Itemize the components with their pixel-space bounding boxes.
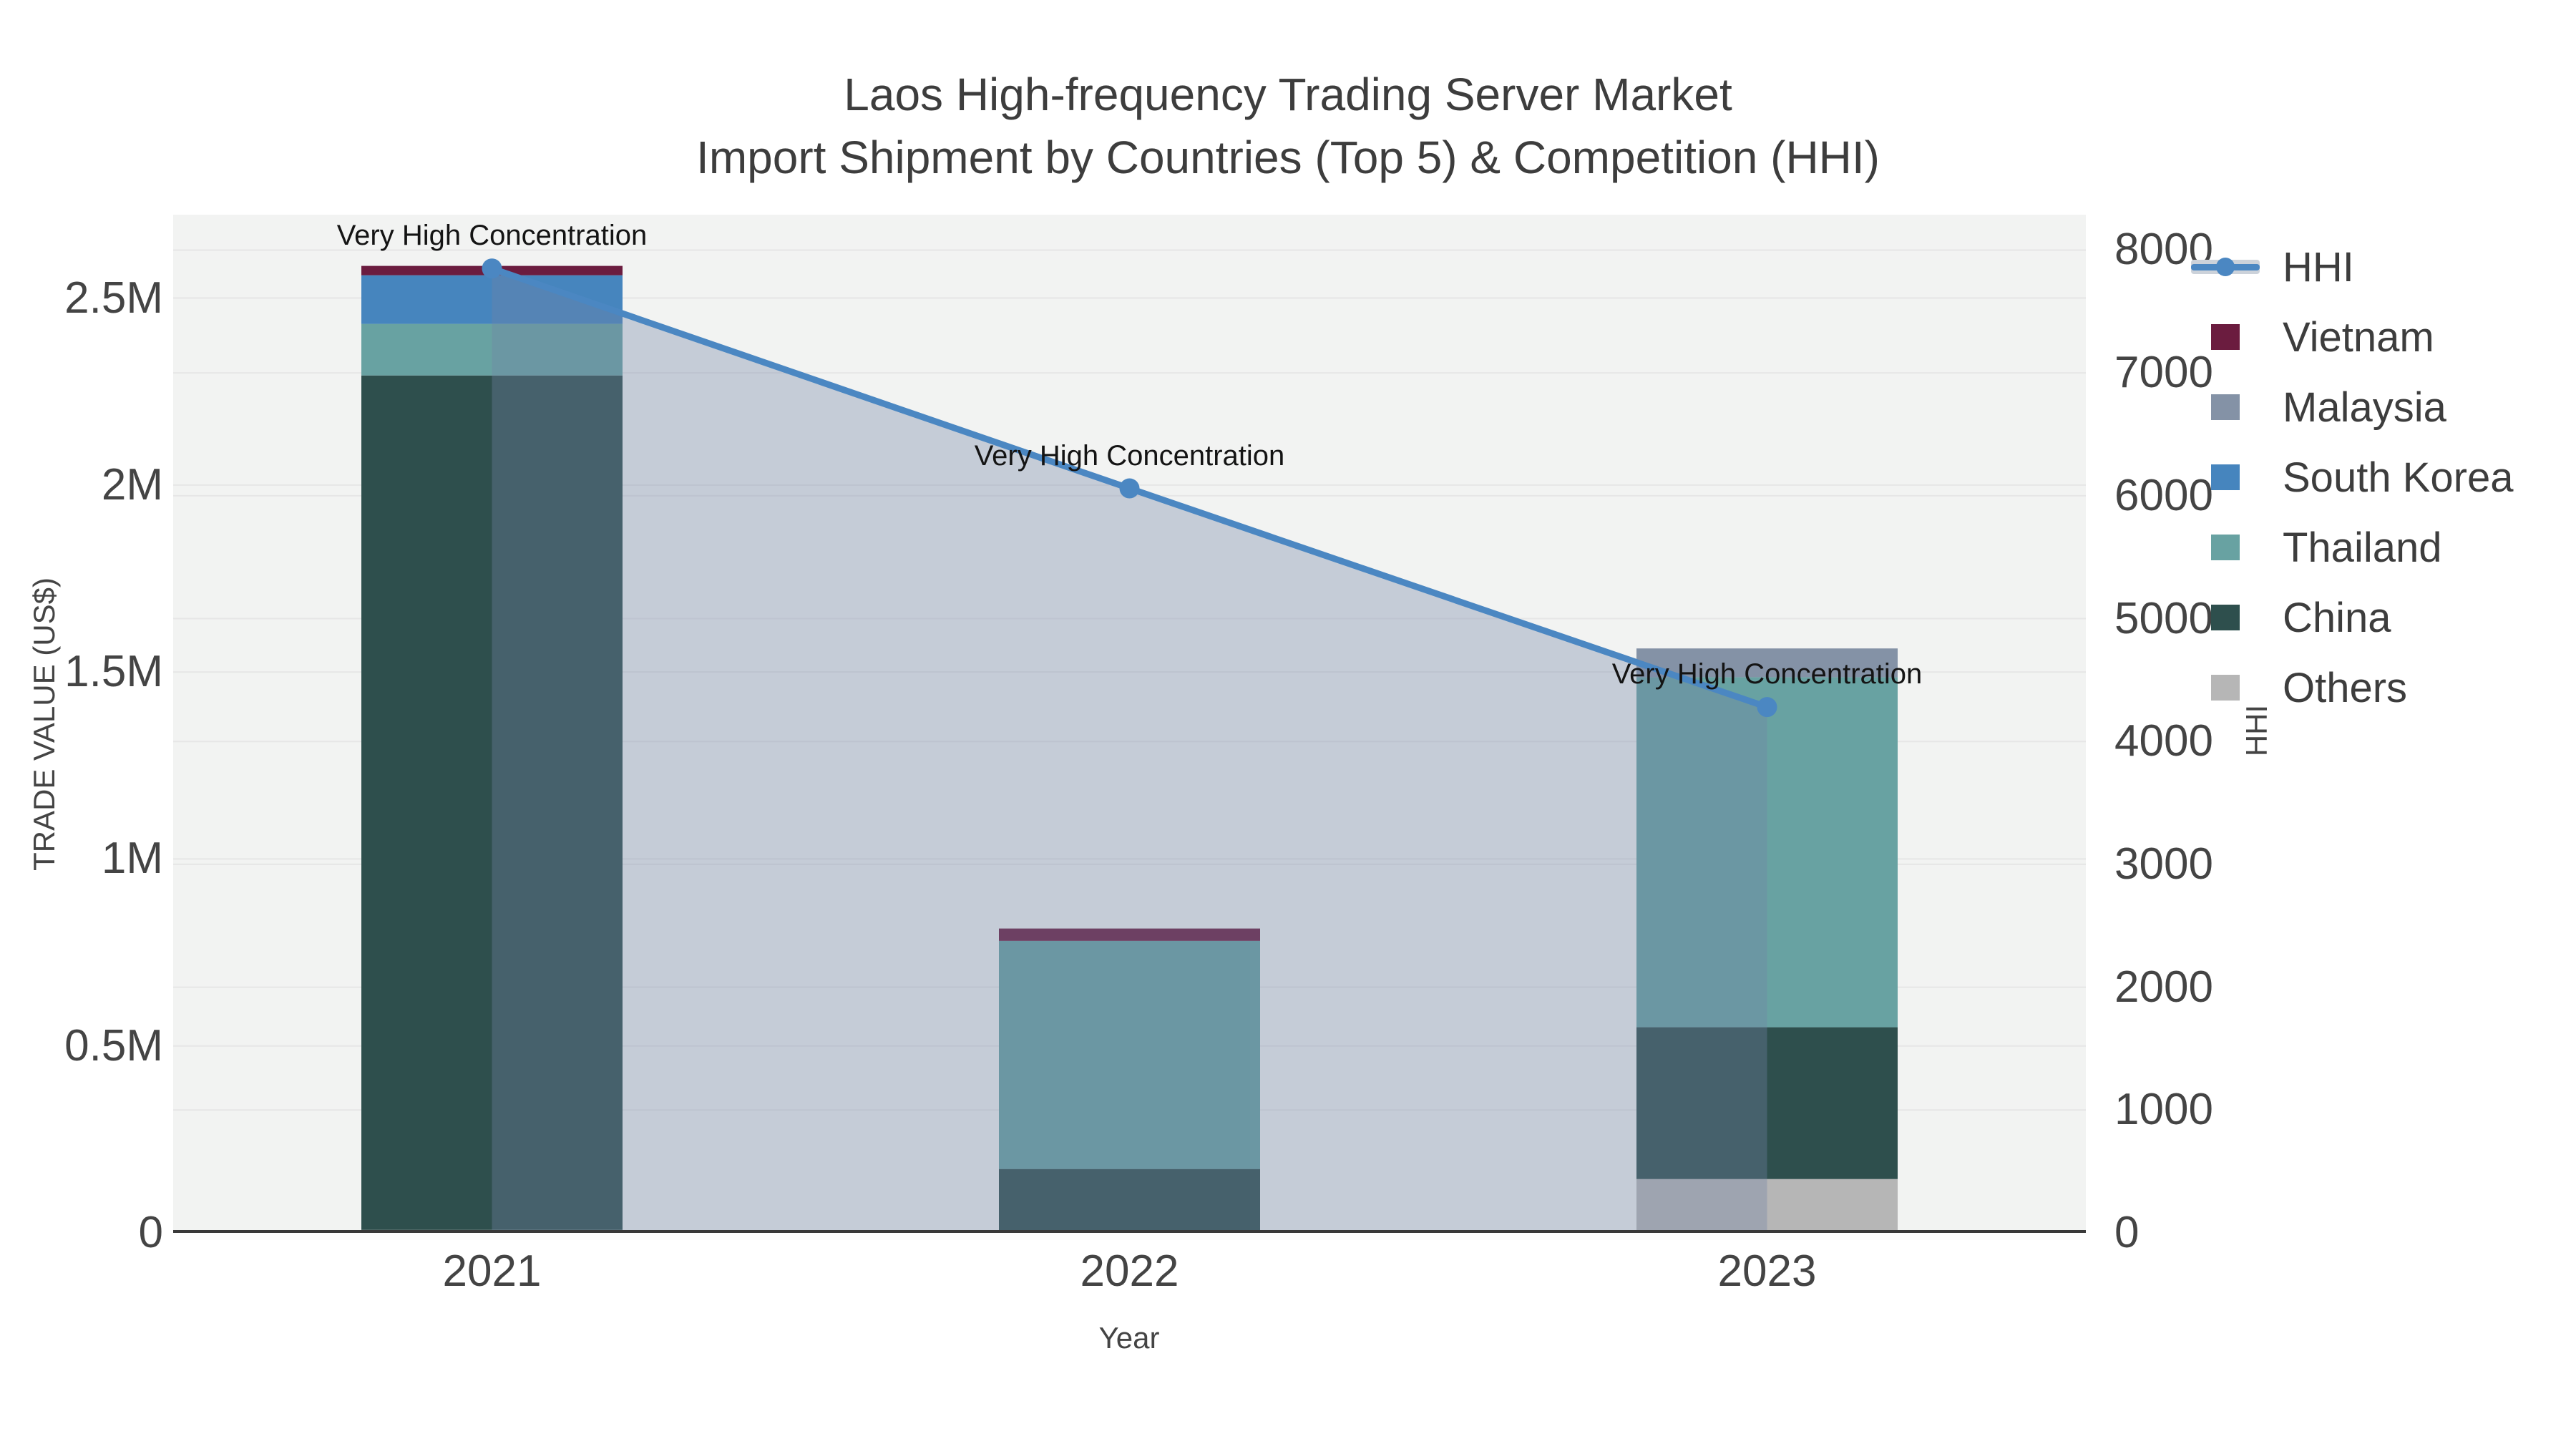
legend-item-malaysia[interactable]: Malaysia [2191,372,2513,442]
legend-label: Malaysia [2283,384,2446,431]
legend-item-thailand[interactable]: Thailand [2191,512,2513,582]
thailand-swatch [2191,533,2260,562]
x-tick-2023: 2023 [1717,1246,1817,1296]
legend-label: Vietnam [2283,313,2434,361]
y-right-tick-1000: 1000 [2114,1085,2213,1135]
color-swatch [2211,535,2240,560]
hhi-area-fill [492,268,1767,1233]
legend-label: Others [2283,664,2408,711]
south-korea-swatch [2191,463,2260,492]
color-swatch [2211,324,2240,350]
color-swatch [2211,394,2240,420]
y-left-axis-title: TRADE VALUE (US$) [27,577,61,871]
plot-svg [173,249,2086,1233]
y-left-tick-2.5M: 2.5M [64,273,163,323]
hhi-dot-mark [2216,258,2235,276]
legend-item-vietnam[interactable]: Vietnam [2191,302,2513,372]
y-left-tick-0.5M: 0.5M [64,1020,163,1070]
chart-canvas: Laos High-frequency Trading Server Marke… [0,0,2576,1449]
chart-title-line2: Import Shipment by Countries (Top 5) & C… [696,132,1880,183]
legend-label: South Korea [2283,454,2514,501]
legend: HHI Vietnam Malaysia South Korea Thailand Chi… [2191,232,2513,723]
legend-label: HHI [2283,243,2354,291]
annotation-2022: Very High Concentration [974,439,1285,472]
color-swatch [2211,675,2240,701]
annotation-2023: Very High Concentration [1611,658,1923,691]
hhi-point-2023[interactable] [1757,697,1777,718]
legend-item-hhi[interactable]: HHI [2191,232,2513,302]
chart-title-line1: Laos High-frequency Trading Server Marke… [844,69,1732,120]
hhi-point-2021[interactable] [482,258,502,279]
plot-area [173,215,2086,1233]
x-axis-title: Year [1098,1321,1160,1355]
x-tick-2021: 2021 [442,1246,542,1296]
y-right-tick-3000: 3000 [2114,839,2213,889]
legend-item-china[interactable]: China [2191,582,2513,653]
vietnam-swatch [2191,323,2260,351]
y-left-tick-2M: 2M [101,459,163,509]
hhi-line-swatch [2191,253,2260,281]
hhi-point-2022[interactable] [1119,478,1140,499]
chart-title: Laos High-frequency Trading Server Marke… [0,63,2576,189]
y-left-tick-1.5M: 1.5M [64,647,163,697]
others-swatch [2191,673,2260,702]
color-swatch [2211,605,2240,630]
y-left-tick-1M: 1M [101,834,163,884]
china-swatch [2191,603,2260,632]
malaysia-swatch [2191,393,2260,421]
y-left-tick-0: 0 [138,1208,163,1257]
legend-item-south-korea[interactable]: South Korea [2191,442,2513,512]
y-right-tick-4000: 4000 [2114,716,2213,766]
legend-label: Thailand [2283,524,2442,571]
y-right-tick-0: 0 [2114,1208,2140,1257]
annotation-2021: Very High Concentration [336,220,648,252]
legend-item-others[interactable]: Others [2191,653,2513,723]
color-swatch [2211,464,2240,490]
legend-label: China [2283,594,2391,641]
x-tick-2022: 2022 [1080,1246,1179,1296]
y-right-tick-2000: 2000 [2114,962,2213,1012]
